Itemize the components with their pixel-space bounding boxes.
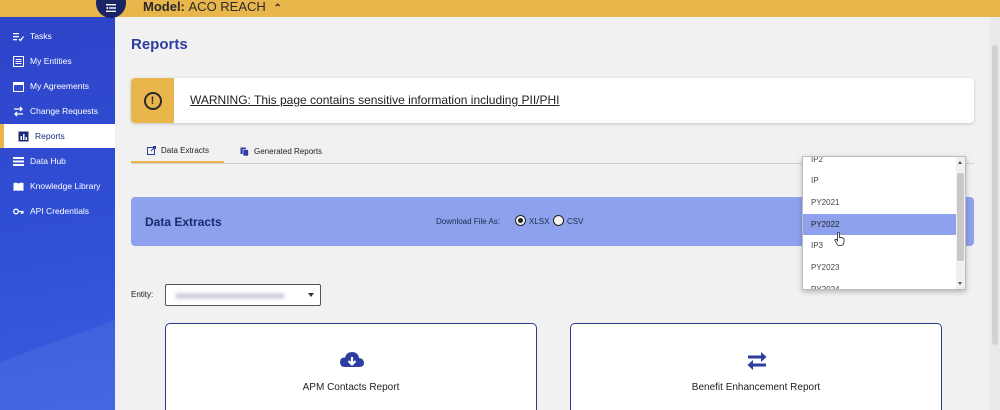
sidebar-item-reports[interactable]: Reports [0, 124, 115, 148]
data-extracts-title: Data Extracts [145, 215, 222, 229]
card-title: Benefit Enhancement Report [691, 382, 821, 393]
download-format-label: Download File As: [436, 217, 501, 226]
entities-icon [13, 55, 24, 67]
model-value: ACO REACH [188, 0, 266, 14]
benefit-enhancement-report-card[interactable]: Benefit Enhancement Report [570, 323, 942, 410]
sidebar-item-tasks[interactable]: Tasks [0, 24, 115, 48]
sidebar-item-label: API Credentials [30, 206, 90, 216]
sidebar-item-label: Reports [35, 131, 65, 141]
entity-label: Entity: [131, 290, 154, 299]
sidebar-item-knowledge-library[interactable]: Knowledge Library [0, 174, 115, 198]
sidebar-item-label: Knowledge Library [30, 181, 101, 191]
scroll-up-icon[interactable] [958, 161, 962, 164]
documents-icon [240, 147, 249, 156]
sidebar-item-label: My Agreements [30, 81, 90, 91]
export-icon [147, 146, 156, 155]
xlsx-radio-label: XLSX [529, 217, 550, 226]
cloud-download-icon [340, 352, 364, 367]
sidebar-item-change-requests[interactable]: Change Requests [0, 99, 115, 123]
xlsx-radio[interactable] [515, 215, 526, 226]
tab-generated-reports[interactable]: Generated Reports [240, 140, 340, 163]
chevron-updown-icon: ⌃ [273, 3, 282, 14]
scrollbar-thumb[interactable] [957, 173, 964, 261]
sidebar-item-label: Tasks [30, 31, 52, 41]
csv-radio-label: CSV [567, 217, 584, 226]
sidebar-item-label: Data Hub [30, 156, 66, 166]
dropdown-option[interactable]: IP [803, 170, 958, 191]
dropdown-option[interactable]: IP3 [803, 235, 958, 256]
warning-banner: ! WARNING: This page contains sensitive … [131, 78, 974, 123]
swap-icon [13, 106, 24, 117]
entity-select[interactable] [165, 284, 321, 306]
bar-chart-icon [18, 131, 29, 142]
scroll-down-icon[interactable] [958, 282, 962, 285]
sidebar-item-my-entities[interactable]: My Entities [0, 49, 115, 73]
menu-collapse-icon [106, 4, 116, 12]
page-title: Reports [131, 36, 188, 53]
caret-down-icon [308, 293, 314, 297]
scrollbar-thumb[interactable] [992, 45, 998, 345]
sidebar-item-label: Change Requests [30, 106, 99, 116]
key-icon [13, 206, 24, 217]
warning-message[interactable]: WARNING: This page contains sensitive in… [190, 93, 560, 107]
dropdown-scrollbar[interactable] [956, 157, 965, 289]
dropdown-option[interactable]: PY2021 [803, 192, 958, 213]
tasks-icon [13, 31, 24, 42]
dropdown-option[interactable]: PY2023 [803, 257, 958, 278]
tab-data-extracts[interactable]: Data Extracts [131, 140, 224, 163]
tab-label: Data Extracts [161, 146, 210, 155]
redacted-entity-value [175, 293, 285, 299]
sidebar: Tasks My Entities My Agreements Change R… [0, 17, 115, 410]
sync-arrows-icon [747, 352, 767, 370]
calendar-icon [13, 81, 24, 92]
book-icon [13, 181, 24, 192]
csv-radio[interactable] [553, 215, 564, 226]
tab-label: Generated Reports [254, 147, 323, 156]
apm-contacts-report-card[interactable]: APM Contacts Report [165, 323, 537, 410]
model-prefix: Model: [143, 0, 185, 14]
performance-year-dropdown[interactable]: IP2 IP PY2021 PY2022 IP3 PY2023 PY2024 [802, 156, 966, 290]
list-icon [13, 156, 24, 167]
model-selector[interactable]: Model: ACO REACH ⌃ [143, 0, 282, 14]
dropdown-option-selected[interactable]: PY2022 [803, 214, 958, 235]
warning-strip: ! [131, 78, 174, 123]
sidebar-item-my-agreements[interactable]: My Agreements [0, 74, 115, 98]
sidebar-item-data-hub[interactable]: Data Hub [0, 149, 115, 173]
hand-pointer-icon [834, 232, 845, 246]
sidebar-item-api-credentials[interactable]: API Credentials [0, 199, 115, 223]
dropdown-option[interactable]: IP2 [803, 157, 958, 170]
card-title: APM Contacts Report [302, 382, 400, 393]
alert-icon: ! [143, 91, 162, 110]
sidebar-item-label: My Entities [30, 56, 72, 66]
dropdown-option[interactable]: PY2024 [803, 279, 958, 289]
page-scrollbar[interactable] [990, 17, 1000, 410]
